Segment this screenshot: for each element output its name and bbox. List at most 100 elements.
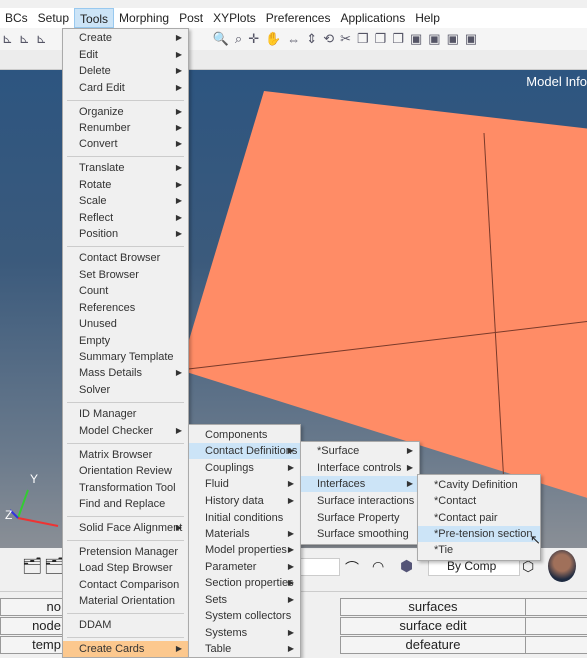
menu-item-count[interactable]: Count — [63, 283, 188, 299]
menu-item-surface-interactions[interactable]: Surface interactions — [301, 493, 419, 509]
menu-item-delete[interactable]: Delete ▶ — [63, 63, 188, 79]
axis-yx2-icon[interactable]: ⊾ — [19, 31, 30, 47]
menu-item-surface[interactable]: *Surface ▶ — [301, 443, 419, 459]
dropdown[interactable] — [300, 558, 340, 576]
menu-setup[interactable]: Setup — [33, 8, 74, 28]
menu-tools[interactable]: Tools — [74, 8, 115, 28]
menu-item-sets[interactable]: Sets ▶ — [189, 592, 300, 608]
menu-post[interactable]: Post — [174, 8, 208, 28]
menu-item-empty[interactable]: Empty — [63, 333, 188, 349]
menu-item-scale[interactable]: Scale ▶ — [63, 193, 188, 209]
copy-icon[interactable]: ❐ — [357, 31, 369, 47]
panel-button-surface-edit[interactable]: surface edit — [340, 617, 526, 635]
panel-button-no[interactable]: no — [0, 598, 64, 616]
menu-item-contact-browser[interactable]: Contact Browser — [63, 250, 188, 266]
menu-item-summary-template[interactable]: Summary Template — [63, 349, 188, 365]
menu-item-model-properties[interactable]: Model properties ▶ — [189, 542, 300, 558]
menu-item-load-step-browser[interactable]: Load Step Browser — [63, 560, 188, 576]
menu-item-interfaces[interactable]: Interfaces ▶ — [301, 476, 419, 492]
cube-icon[interactable]: ⬢ — [400, 557, 413, 575]
menu-item-surface-smoothing[interactable]: Surface smoothing — [301, 526, 419, 542]
menu-item-id-manager[interactable]: ID Manager — [63, 406, 188, 422]
menu-item-transformation-tool[interactable]: Transformation Tool — [63, 480, 188, 496]
menu-item-renumber[interactable]: Renumber ▶ — [63, 120, 188, 136]
menu-item-contact-comparison[interactable]: Contact Comparison — [63, 577, 188, 593]
pan-hand-icon[interactable]: ✋ — [265, 31, 281, 47]
menu-item-translate[interactable]: Translate ▶ — [63, 160, 188, 176]
menu-item-components[interactable]: Components — [189, 427, 300, 443]
menu-item-fluid[interactable]: Fluid ▶ — [189, 476, 300, 492]
menu-help[interactable]: Help — [410, 8, 445, 28]
menu-item-surface-property[interactable]: Surface Property — [301, 510, 419, 526]
menu-item-ddam[interactable]: DDAM — [63, 617, 188, 633]
menu-item-mass-details[interactable]: Mass Details ▶ — [63, 365, 188, 381]
zoom-fit-icon[interactable]: ⌕ — [235, 31, 242, 47]
menu-item-unused[interactable]: Unused — [63, 316, 188, 332]
components-icon[interactable]: 🗂 — [22, 556, 42, 576]
menu-item-solid-face-alignment[interactable]: Solid Face Alignment ▶ — [63, 520, 188, 536]
panel-cell[interactable] — [525, 617, 587, 635]
menu-item-contact[interactable]: *Contact — [418, 493, 540, 509]
paste-icon[interactable]: ❐ — [375, 31, 387, 47]
move-vertical-icon[interactable]: ⇕ — [306, 31, 317, 47]
menu-item-history-data[interactable]: History data ▶ — [189, 493, 300, 509]
menu-morphing[interactable]: Morphing — [114, 8, 174, 28]
menu-item-table[interactable]: Table ▶ — [189, 641, 300, 657]
menu-item-create-cards[interactable]: Create Cards ▶ — [63, 641, 188, 657]
panel-cell[interactable] — [525, 636, 587, 654]
menu-item-interface-controls[interactable]: Interface controls ▶ — [301, 460, 419, 476]
panel-button-temp[interactable]: temp — [0, 636, 64, 654]
menu-item-initial-conditions[interactable]: Initial conditions — [189, 510, 300, 526]
axis-yx-icon[interactable]: ⊾ — [2, 31, 13, 47]
panel-button-defeature[interactable]: defeature — [340, 636, 526, 654]
view-icon[interactable]: ▣ — [410, 31, 422, 47]
menu-item-section-properties[interactable]: Section properties ▶ — [189, 575, 300, 591]
menu-item-contact-definitions[interactable]: Contact Definitions ▶ — [189, 443, 300, 459]
menu-item-material-orientation[interactable]: Material Orientation — [63, 593, 188, 609]
menu-item-reflect[interactable]: Reflect ▶ — [63, 210, 188, 226]
view-icon[interactable]: ▣ — [465, 31, 477, 47]
menu-item-pretension-manager[interactable]: Pretension Manager — [63, 544, 188, 560]
menu-item-orientation-review[interactable]: Orientation Review — [63, 463, 188, 479]
menu-item-find-and-replace[interactable]: Find and Replace — [63, 496, 188, 512]
menu-xyplots[interactable]: XYPlots — [208, 8, 261, 28]
zoom-icon[interactable]: 🔍 — [213, 31, 229, 47]
menu-item-materials[interactable]: Materials ▶ — [189, 526, 300, 542]
menu-item-systems[interactable]: Systems ▶ — [189, 625, 300, 641]
move-horizontal-icon[interactable]: ⇔ — [287, 32, 300, 47]
menu-item-matrix-browser[interactable]: Matrix Browser — [63, 447, 188, 463]
menu-item-rotate[interactable]: Rotate ▶ — [63, 177, 188, 193]
paste-special-icon[interactable]: ❐ — [392, 31, 404, 47]
axis-zx-icon[interactable]: ⊾ — [36, 31, 47, 47]
spin-icon[interactable]: ⟲ — [323, 31, 334, 47]
panel-button-surfaces[interactable]: surfaces — [340, 598, 526, 616]
menu-item-create[interactable]: Create ▶ — [63, 30, 188, 46]
menu-applications[interactable]: Applications — [335, 8, 410, 28]
view-icon[interactable]: ▣ — [447, 31, 459, 47]
menu-item-references[interactable]: References — [63, 300, 188, 316]
menu-item-set-browser[interactable]: Set Browser — [63, 267, 188, 283]
menu-preferences[interactable]: Preferences — [261, 8, 336, 28]
menu-item-edit[interactable]: Edit ▶ — [63, 47, 188, 63]
menu-item-cavity-definition[interactable]: *Cavity Definition — [418, 477, 540, 493]
menu-item-solver[interactable]: Solver — [63, 382, 188, 398]
menu-item-convert[interactable]: Convert ▶ — [63, 136, 188, 152]
menu-item-model-checker[interactable]: Model Checker ▶ — [63, 423, 188, 439]
menu-item-position[interactable]: Position ▶ — [63, 226, 188, 242]
cut-icon[interactable]: ✂ — [340, 31, 351, 47]
menu-item-card-edit[interactable]: Card Edit ▶ — [63, 80, 188, 96]
surface-icon[interactable]: ◠ — [372, 558, 384, 575]
rotate-icon[interactable]: ✛ — [248, 31, 259, 47]
menu-item-tie[interactable]: *Tie — [418, 542, 540, 558]
view-icon[interactable]: ▣ — [428, 31, 440, 47]
menu-item-contact-pair[interactable]: *Contact pair — [418, 510, 540, 526]
menu-item-parameter[interactable]: Parameter ▶ — [189, 559, 300, 575]
menu-item-couplings[interactable]: Couplings ▶ — [189, 460, 300, 476]
menu-item-organize[interactable]: Organize ▶ — [63, 104, 188, 120]
menu-bcs[interactable]: BCs — [0, 8, 33, 28]
menu-item-system-collectors[interactable]: System collectors — [189, 608, 300, 624]
panel-cell[interactable] — [525, 598, 587, 616]
menu-item-pre-tension-section[interactable]: *Pre-tension section — [418, 526, 540, 542]
panel-button-node[interactable]: node — [0, 617, 64, 635]
shaded-icon[interactable]: ⌒ — [345, 558, 359, 578]
